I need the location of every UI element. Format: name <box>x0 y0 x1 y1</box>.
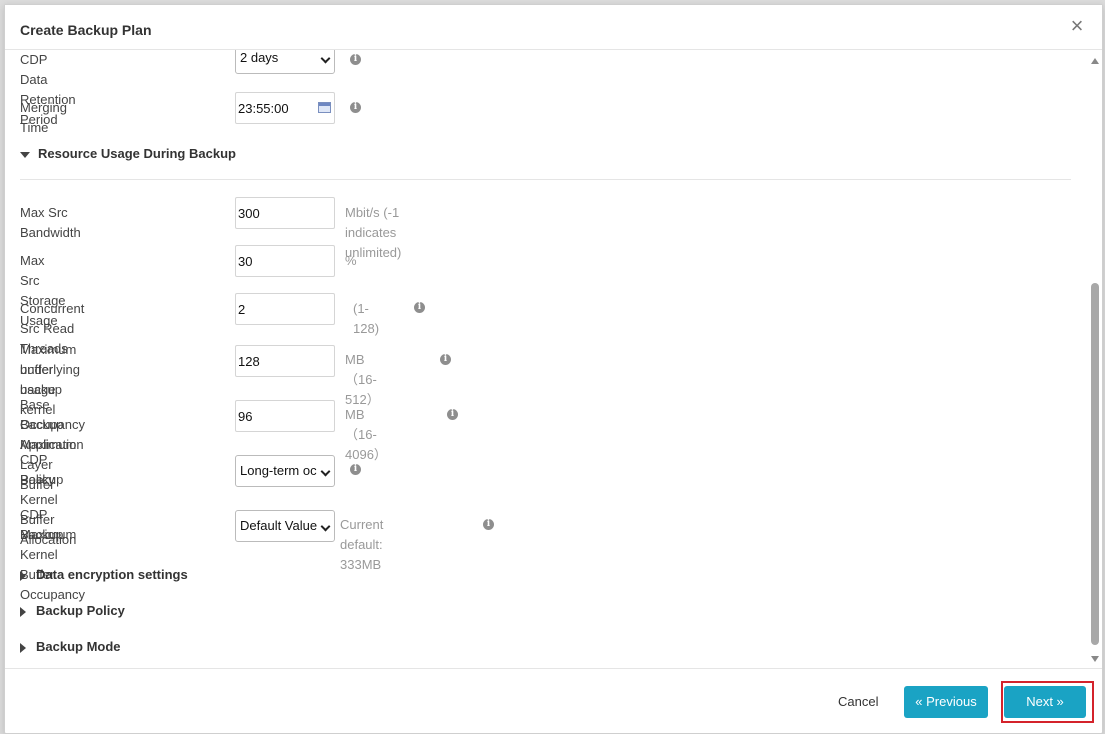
caret-down-icon <box>20 151 30 158</box>
dialog-body: CDP Data Retention Period 2 days i Mergi… <box>5 50 1087 668</box>
cdp-occupancy-max-select[interactable]: Default Value <box>235 510 335 542</box>
max-src-storage-input[interactable]: 30 <box>235 245 335 277</box>
max-src-bandwidth-input[interactable]: 300 <box>235 197 335 229</box>
info-icon[interactable]: i <box>483 519 494 530</box>
scroll-up-arrow-icon[interactable] <box>1091 58 1099 64</box>
section-data-encryption-label: Data encryption settings <box>36 567 188 582</box>
app-buffer-input[interactable]: 96 <box>235 400 335 432</box>
cdp-occupancy-max-value: Default Value <box>240 518 318 533</box>
kernel-buffer-input[interactable]: 128 <box>235 345 335 377</box>
chevron-down-icon <box>320 466 331 477</box>
caret-right-icon <box>20 606 26 617</box>
info-icon[interactable]: i <box>440 354 451 365</box>
info-icon[interactable]: i <box>350 464 361 475</box>
section-backup-mode[interactable]: Backup Mode <box>20 638 121 656</box>
vertical-scrollbar[interactable] <box>1090 55 1100 665</box>
merging-time-input[interactable]: 23:55:00 <box>235 92 335 124</box>
merging-time-label: Merging Time <box>20 100 67 135</box>
concurrent-threads-hint: (1-128) <box>353 301 380 336</box>
kernel-buffer-hint: MB（16-512） <box>345 352 380 407</box>
info-icon[interactable]: i <box>414 302 425 313</box>
info-icon[interactable]: i <box>447 409 458 420</box>
max-src-bandwidth-label: Max Src Bandwidth <box>20 205 81 240</box>
create-backup-plan-dialog: Create Backup Plan × CDP Data Retention … <box>4 4 1103 734</box>
cdp-alloc-policy-value: Long-term oc <box>240 463 317 478</box>
section-backup-mode-label: Backup Mode <box>36 639 121 654</box>
chevron-down-icon <box>320 53 331 64</box>
caret-right-icon <box>20 570 26 581</box>
app-buffer-hint: MB（16-4096） <box>345 407 387 462</box>
cdp-occupancy-max-hint: Current default: 333MB <box>340 517 384 572</box>
scroll-down-arrow-icon[interactable] <box>1091 656 1099 662</box>
dialog-header: Create Backup Plan × <box>5 5 1102 50</box>
cdp-retention-select[interactable]: 2 days <box>235 50 335 74</box>
concurrent-threads-input[interactable]: 2 <box>235 293 335 325</box>
info-icon[interactable]: i <box>350 102 361 113</box>
cdp-occupancy-max-label-line1: CDP Backup Kernel Buffer Occupancy <box>20 507 86 602</box>
section-divider <box>20 179 1071 180</box>
scrollbar-thumb[interactable] <box>1091 283 1099 645</box>
app-buffer-label-line2: Occupancy Maximum <box>20 417 86 452</box>
info-icon[interactable]: i <box>350 54 361 65</box>
next-button[interactable]: Next » <box>1004 686 1086 718</box>
cdp-occupancy-max-label-line2: Maximum <box>20 527 77 542</box>
section-data-encryption[interactable]: Data encryption settings <box>20 566 188 584</box>
merging-time-value: 23:55:00 <box>238 101 289 116</box>
cdp-alloc-policy-label-line2: Policy <box>20 472 55 487</box>
cdp-alloc-policy-select[interactable]: Long-term oc <box>235 455 335 487</box>
dialog-title: Create Backup Plan <box>20 22 152 38</box>
previous-button[interactable]: « Previous <box>904 686 988 718</box>
caret-right-icon <box>20 642 26 653</box>
section-resource-usage-label: Resource Usage During Backup <box>38 146 236 161</box>
section-resource-usage[interactable]: Resource Usage During Backup <box>20 145 236 163</box>
kernel-buffer-label-line2: buffer usage <box>20 362 56 397</box>
cancel-button[interactable]: Cancel <box>838 694 878 709</box>
cdp-retention-value: 2 days <box>240 50 279 65</box>
calendar-icon[interactable] <box>318 102 331 113</box>
section-backup-policy-label: Backup Policy <box>36 603 125 618</box>
max-src-storage-hint: % <box>345 253 357 268</box>
section-backup-policy[interactable]: Backup Policy <box>20 602 125 620</box>
chevron-down-icon <box>320 521 331 532</box>
dialog-footer: Cancel « Previous Next » <box>5 668 1102 734</box>
close-icon[interactable]: × <box>1068 15 1086 37</box>
